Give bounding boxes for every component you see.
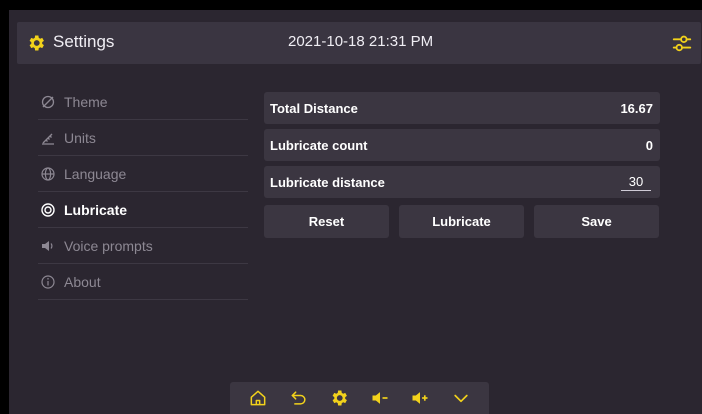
menu-item-label: Lubricate bbox=[64, 201, 128, 218]
settings-gear-icon bbox=[29, 35, 44, 51]
total-distance-value: 16.67 bbox=[620, 100, 653, 116]
menu-item-about[interactable]: About bbox=[38, 264, 248, 300]
menu-item-label: Voice prompts bbox=[64, 237, 153, 254]
settings-menu: Theme Units Language Lubricate Voice pro… bbox=[38, 84, 248, 300]
menu-item-language[interactable]: Language bbox=[38, 156, 248, 192]
lubricate-distance-input[interactable]: 30 bbox=[621, 174, 651, 191]
lubricate-distance-row: Lubricate distance 30 bbox=[264, 166, 660, 198]
lubricate-count-value: 0 bbox=[645, 137, 653, 153]
menu-item-units[interactable]: Units bbox=[38, 120, 248, 156]
menu-item-label: Theme bbox=[64, 93, 108, 110]
menu-item-label: Language bbox=[64, 165, 127, 182]
save-button[interactable]: Save bbox=[534, 205, 659, 238]
menu-item-label: Units bbox=[64, 129, 96, 146]
settings-icon[interactable] bbox=[328, 387, 350, 409]
tune-sliders-icon[interactable] bbox=[671, 32, 693, 54]
page-title: Settings bbox=[53, 32, 115, 51]
lubricate-distance-label: Lubricate distance bbox=[270, 174, 385, 190]
reset-button[interactable]: Reset bbox=[264, 205, 389, 238]
menu-item-theme[interactable]: Theme bbox=[38, 84, 248, 120]
action-buttons: Reset Lubricate Save bbox=[264, 205, 660, 238]
globe-icon bbox=[40, 166, 56, 182]
bottom-dock bbox=[230, 382, 489, 414]
datetime-display: 2021-10-18 21:31 PM bbox=[288, 33, 434, 50]
total-distance-row: Total Distance 16.67 bbox=[264, 92, 660, 124]
lubricate-count-row: Lubricate count 0 bbox=[264, 129, 660, 161]
speaker-icon bbox=[40, 238, 56, 254]
settings-screen: Settings 2021-10-18 21:31 PM Theme Units… bbox=[9, 10, 702, 414]
lubricate-button[interactable]: Lubricate bbox=[399, 205, 524, 238]
back-icon[interactable] bbox=[288, 387, 310, 409]
menu-item-lubricate[interactable]: Lubricate bbox=[38, 192, 248, 228]
volume-down-icon[interactable] bbox=[369, 387, 391, 409]
units-icon bbox=[40, 130, 56, 146]
lubricate-count-label: Lubricate count bbox=[270, 137, 368, 153]
menu-item-label: About bbox=[64, 273, 101, 290]
target-icon bbox=[40, 202, 56, 218]
header-bar: Settings 2021-10-18 21:31 PM bbox=[17, 22, 701, 64]
theme-icon bbox=[40, 94, 56, 110]
total-distance-label: Total Distance bbox=[270, 100, 358, 116]
lubricate-panel: Total Distance 16.67 Lubricate count 0 L… bbox=[264, 92, 660, 238]
info-icon bbox=[40, 274, 56, 290]
home-icon[interactable] bbox=[247, 387, 269, 409]
volume-up-icon[interactable] bbox=[409, 387, 431, 409]
chevron-down-icon[interactable] bbox=[450, 387, 472, 409]
menu-item-voice-prompts[interactable]: Voice prompts bbox=[38, 228, 248, 264]
